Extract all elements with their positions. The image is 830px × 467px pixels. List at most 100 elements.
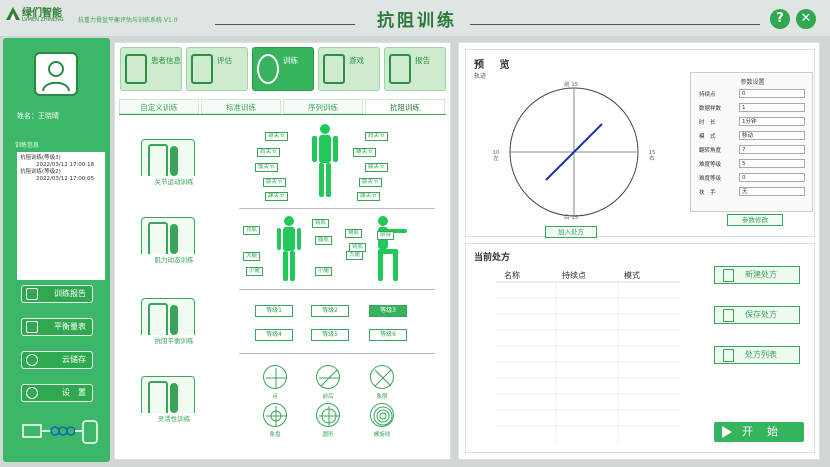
- trajectory-label: 轨迹: [474, 73, 487, 80]
- cloud-storage-label: 云储存: [62, 355, 86, 364]
- modify-params-button[interactable]: 参数修改: [727, 214, 783, 226]
- pattern-circle[interactable]: [316, 403, 340, 427]
- param-value[interactable]: 5: [739, 159, 805, 168]
- pattern-front-back[interactable]: [316, 365, 340, 389]
- param-value[interactable]: 1分钟: [739, 117, 805, 126]
- param-label: 时 长: [699, 120, 716, 126]
- close-button[interactable]: ✕: [796, 9, 816, 29]
- joint-label[interactable]: 踝关节: [265, 192, 288, 201]
- muscle-label[interactable]: 前臂: [377, 231, 395, 240]
- muscle-label[interactable]: 腹肌: [315, 236, 333, 245]
- mode-flexibility[interactable]: 灵活性训练: [136, 376, 212, 423]
- history-line: 2022/03/12 17:00:05: [36, 176, 95, 182]
- cloud-storage-button[interactable]: 云储存: [21, 351, 93, 369]
- nav-report[interactable]: 报告: [384, 47, 446, 91]
- param-value[interactable]: 1: [739, 103, 805, 112]
- play-icon: [722, 426, 732, 438]
- level-button-5[interactable]: 等级5: [311, 329, 349, 341]
- param-row: 持续点 0: [699, 89, 809, 99]
- nav-game[interactable]: 游戏: [318, 47, 380, 91]
- training-tabs: 自定义训练 标准训练 序列训练 抗阻训练: [119, 99, 446, 114]
- pattern-dial[interactable]: [263, 403, 287, 427]
- muscle-label[interactable]: 大腿: [243, 252, 261, 261]
- level-button-2[interactable]: 等级2: [311, 305, 349, 317]
- param-row: 时 长 1分钟: [699, 117, 809, 127]
- muscle-label[interactable]: 小腿: [315, 267, 333, 276]
- avatar: [34, 52, 78, 96]
- param-label: 数据样数: [699, 106, 722, 112]
- help-button[interactable]: ?: [770, 9, 790, 29]
- prescription-section: 当前处方 名称 持续点 模式 新建处方 保存处方 处方列表 开始: [465, 243, 815, 453]
- muscle-label[interactable]: 臂肌: [312, 219, 330, 228]
- level-button-6[interactable]: 等级6: [369, 329, 407, 341]
- nav-assessment[interactable]: 评估: [186, 47, 248, 91]
- tab-custom[interactable]: 自定义训练: [119, 99, 199, 114]
- balance-scale-button[interactable]: 平衡量表: [21, 318, 93, 336]
- pattern-point[interactable]: [263, 365, 287, 389]
- param-value[interactable]: 7: [739, 145, 805, 154]
- start-button[interactable]: 开始: [714, 422, 804, 442]
- muscle-label[interactable]: 大腿: [346, 251, 364, 260]
- param-value[interactable]: 无: [739, 187, 805, 196]
- pattern-spiral[interactable]: [370, 403, 394, 427]
- param-value[interactable]: 0: [739, 89, 805, 98]
- param-label: 难度等级: [699, 176, 722, 182]
- new-prescription-button[interactable]: 新建处方: [714, 266, 800, 284]
- muscle-label[interactable]: 臀肌: [345, 229, 363, 238]
- device-icon: [148, 381, 168, 415]
- training-history[interactable]: 抗阻训练(等级3) 2022/03/12 17:00:18 抗阻训练(等级2) …: [17, 152, 105, 280]
- joint-label[interactable]: 膝关节: [263, 178, 286, 187]
- new-prescription-label: 新建处方: [745, 270, 777, 279]
- pattern-quadrant[interactable]: [370, 365, 394, 389]
- prescription-table[interactable]: 名称 持续点 模式: [496, 270, 680, 442]
- report-button-label: 训练报告: [54, 289, 86, 298]
- param-row: 扶 手无: [699, 187, 809, 197]
- tab-sequence[interactable]: 序列训练: [283, 99, 363, 114]
- joint-label[interactable]: 膝关节: [365, 163, 388, 172]
- add-prescription-button[interactable]: 加入处方: [545, 226, 597, 238]
- report-button[interactable]: 训练报告: [21, 285, 93, 303]
- joint-label[interactable]: 髋关节: [255, 163, 278, 172]
- report-icon: [26, 288, 38, 300]
- settings-button[interactable]: 设 置: [21, 384, 93, 402]
- brand-subtitle: LVMEN ZHINENG: [22, 17, 64, 23]
- save-prescription-button[interactable]: 保存处方: [714, 306, 800, 324]
- joint-label[interactable]: 肩关节: [257, 148, 280, 157]
- app-window: 绿们智能 LVMEN ZHINENG 抗重力骨盆平衡评估与训练系统 V1.0 抗…: [0, 0, 830, 467]
- mode-joint-motion[interactable]: 关节运动训练: [136, 139, 212, 186]
- mode-resistance-balance[interactable]: 抗阻平衡训练: [136, 298, 212, 345]
- joint-label[interactable]: 踝关节: [357, 192, 380, 201]
- scale-icon: [26, 321, 38, 333]
- tab-resistance[interactable]: 抗阻训练: [365, 99, 445, 114]
- nav-training[interactable]: 训练: [252, 47, 314, 91]
- joint-label[interactable]: 腰关节: [353, 148, 376, 157]
- level-button-3[interactable]: 等级3: [369, 305, 407, 317]
- param-value[interactable]: 移动: [739, 131, 805, 140]
- joint-label[interactable]: 肩关节: [365, 132, 388, 141]
- pattern-front-back-label: 前后: [322, 394, 334, 400]
- table-grid: [496, 281, 680, 442]
- mode-resistance-balance-label: 抗阻平衡训练: [136, 335, 212, 345]
- person-icon: [170, 383, 178, 413]
- logo-icon: [6, 7, 20, 20]
- mode-muscle-dynamic-label: 肌力动态训练: [136, 254, 212, 264]
- muscle-front-icon: [277, 216, 301, 281]
- muscle-label[interactable]: 背肌: [243, 226, 261, 235]
- nav-patient-info[interactable]: 患者信息: [120, 47, 182, 91]
- joint-label[interactable]: 颈关节: [265, 132, 288, 141]
- level-button-4[interactable]: 等级4: [255, 329, 293, 341]
- person-icon: [170, 224, 178, 254]
- param-row: 难度等级 0: [699, 173, 809, 183]
- level-button-1[interactable]: 等级1: [255, 305, 293, 317]
- param-value[interactable]: 0: [739, 173, 805, 182]
- pattern-spiral-label: 螺旋线: [373, 432, 391, 438]
- person-icon: [170, 146, 178, 176]
- joint-label[interactable]: 膝关节: [359, 178, 382, 187]
- tab-standard[interactable]: 标准训练: [201, 99, 281, 114]
- prescription-list-button[interactable]: 处方列表: [714, 346, 800, 364]
- param-label: 持续点: [699, 92, 716, 98]
- muscle-label[interactable]: 小腿: [246, 267, 264, 276]
- mode-joint-motion-label: 关节运动训练: [136, 176, 212, 186]
- pattern-circle-label: 圆形: [322, 432, 334, 438]
- mode-muscle-dynamic[interactable]: 肌力动态训练: [136, 217, 212, 264]
